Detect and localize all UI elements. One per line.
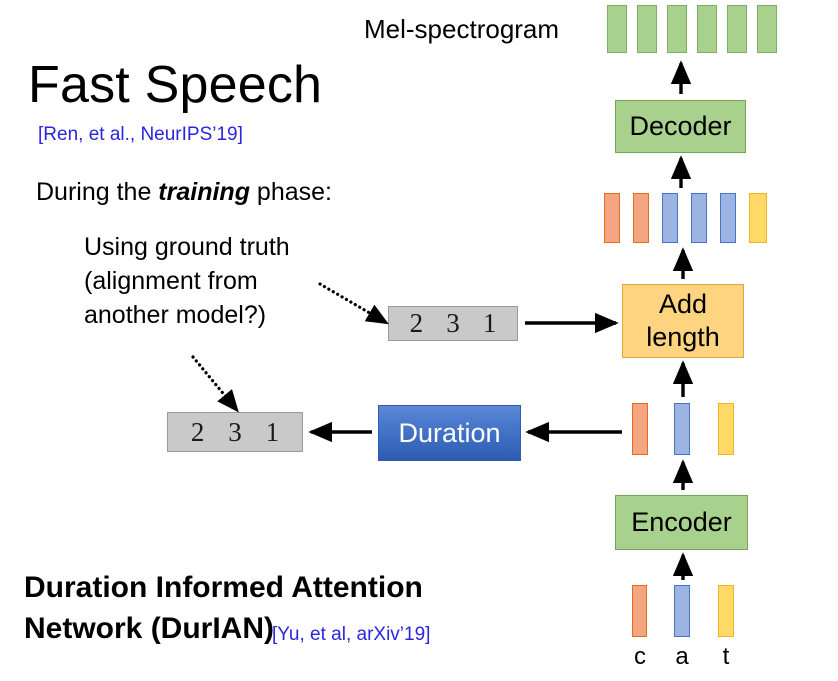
duration-value: 3 bbox=[446, 308, 460, 338]
bar-salmon bbox=[632, 403, 648, 455]
slide-canvas: Fast Speech [Ren, et al., NeurIPS’19] Du… bbox=[0, 0, 838, 681]
note-to-seqtop-arrow bbox=[318, 282, 389, 325]
bar-green bbox=[637, 5, 657, 53]
bar-blue bbox=[720, 193, 736, 243]
encoder-node[interactable]: Encoder bbox=[615, 495, 748, 550]
note-to-seqbottom-arrow bbox=[191, 355, 239, 413]
bar-green bbox=[697, 5, 717, 53]
bar-blue bbox=[691, 193, 707, 243]
bar-green bbox=[757, 5, 777, 53]
mel-spectrogram-label: Mel-spectrogram bbox=[364, 14, 560, 44]
bar-blue bbox=[674, 403, 690, 455]
duration-value: 1 bbox=[482, 308, 497, 338]
bar-yellow bbox=[718, 403, 734, 455]
phase-prefix: During the bbox=[36, 178, 159, 206]
bar-yellow bbox=[749, 193, 767, 243]
phase-emphasis: training bbox=[158, 178, 250, 206]
input-char-label: c bbox=[634, 643, 646, 670]
duration-value: 2 bbox=[190, 416, 205, 447]
duration-value: 2 bbox=[409, 308, 424, 338]
bar-blue bbox=[662, 193, 678, 243]
bar-salmon bbox=[632, 585, 647, 637]
input-char-label: t bbox=[722, 643, 730, 670]
citation-fastspeech: [Ren, et al., NeurIPS’19] bbox=[38, 124, 243, 145]
add-length-node[interactable]: Add length bbox=[622, 284, 744, 358]
phase-suffix: phase: bbox=[249, 178, 332, 206]
duration-predictor-node[interactable]: Duration bbox=[378, 405, 521, 461]
bar-yellow bbox=[718, 585, 734, 637]
training-phase-label: During the training phase: bbox=[36, 178, 332, 207]
citation-durian: [Yu, et al, arXiv’19] bbox=[272, 624, 431, 645]
bar-salmon bbox=[604, 193, 620, 243]
duration-value: 3 bbox=[228, 416, 242, 447]
bar-salmon bbox=[633, 193, 649, 243]
page-title: Fast Speech bbox=[28, 56, 323, 114]
bar-blue bbox=[674, 585, 690, 637]
bar-green bbox=[607, 5, 627, 53]
ground-truth-duration-sequence[interactable]: 2 3 1 bbox=[167, 412, 303, 452]
bar-green bbox=[727, 5, 747, 53]
bar-green bbox=[667, 5, 687, 53]
add-length-label: Add length bbox=[646, 289, 720, 352]
decoder-node[interactable]: Decoder bbox=[615, 100, 746, 153]
duration-value: 1 bbox=[265, 416, 280, 447]
ground-truth-note: Using ground truth (alignment from anoth… bbox=[84, 233, 290, 329]
predicted-duration-sequence[interactable]: 2 3 1 bbox=[388, 306, 518, 341]
input-char-label: a bbox=[675, 643, 689, 670]
